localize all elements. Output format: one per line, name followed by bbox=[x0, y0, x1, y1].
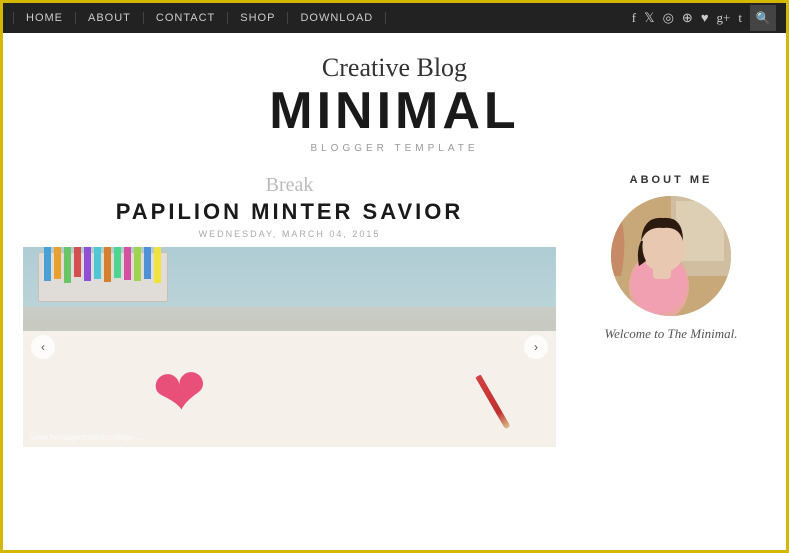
watermark: www.heritagechristiancollege.... bbox=[31, 433, 143, 442]
social-icons: f 𝕏 ◎ ⊕ ♥ g+ t 🔍 bbox=[632, 5, 776, 31]
googleplus-icon[interactable]: g+ bbox=[717, 10, 731, 26]
site-subtitle: Creative Blog bbox=[3, 53, 786, 83]
facebook-icon[interactable]: f bbox=[632, 10, 636, 26]
site-header: Creative Blog MINIMAL BLOGGER TEMPLATE bbox=[3, 33, 786, 164]
pinterest-icon[interactable]: ⊕ bbox=[682, 10, 693, 26]
post-break-label: Break bbox=[23, 174, 556, 197]
tumblr-icon[interactable]: t bbox=[738, 10, 742, 26]
nav-links: HOME ABOUT CONTACT SHOP DOWNLOAD bbox=[13, 12, 386, 24]
image-slider: ❤ www.heritagechristiancollege.... ‹ › bbox=[23, 247, 556, 447]
paper bbox=[23, 331, 556, 447]
nav-contact[interactable]: CONTACT bbox=[144, 12, 228, 24]
navigation: HOME ABOUT CONTACT SHOP DOWNLOAD f 𝕏 ◎ ⊕… bbox=[3, 3, 786, 33]
instagram-icon[interactable]: ◎ bbox=[663, 10, 674, 26]
site-title: MINIMAL bbox=[3, 85, 786, 137]
post-date: WEDNESDAY, MARCH 04, 2015 bbox=[23, 229, 556, 239]
avatar bbox=[611, 196, 731, 316]
about-me-title: ABOUT ME bbox=[576, 174, 766, 186]
heart-art: ❤ bbox=[150, 360, 210, 429]
sidebar-welcome-text: Welcome to The Minimal. bbox=[576, 326, 766, 342]
heart-icon[interactable]: ♥ bbox=[701, 10, 709, 26]
nav-shop[interactable]: SHOP bbox=[228, 12, 288, 24]
nav-home[interactable]: HOME bbox=[13, 12, 76, 24]
nav-about[interactable]: ABOUT bbox=[76, 12, 144, 24]
post-title: PAPILION MINTER SAVIOR bbox=[23, 199, 556, 225]
blog-column: Break PAPILION MINTER SAVIOR WEDNESDAY, … bbox=[23, 174, 556, 447]
search-button[interactable]: 🔍 bbox=[750, 5, 776, 31]
twitter-icon[interactable]: 𝕏 bbox=[644, 10, 654, 26]
sidebar: ABOUT ME bbox=[576, 174, 766, 447]
main-content: Break PAPILION MINTER SAVIOR WEDNESDAY, … bbox=[3, 164, 786, 447]
slider-next-button[interactable]: › bbox=[524, 335, 548, 359]
nav-download[interactable]: DOWNLOAD bbox=[288, 12, 386, 24]
slider-image: ❤ www.heritagechristiancollege.... bbox=[23, 247, 556, 447]
slider-prev-button[interactable]: ‹ bbox=[31, 335, 55, 359]
avatar-image bbox=[611, 196, 731, 316]
crayon-box bbox=[38, 252, 168, 302]
site-tagline: BLOGGER TEMPLATE bbox=[3, 143, 786, 154]
